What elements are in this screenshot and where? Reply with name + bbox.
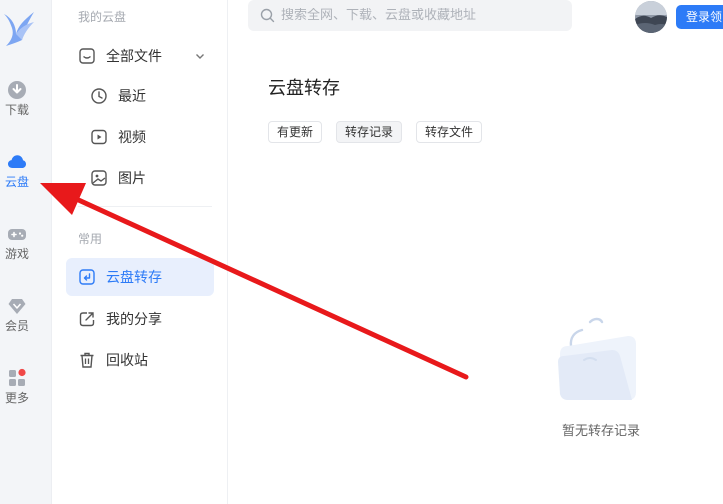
folder-box-icon <box>79 48 95 64</box>
main-panel: 登录领 云盘转存 有更新 转存记录 转存文件 暂无转存记录 <box>228 0 723 504</box>
nav-item-label: 最近 <box>118 89 146 105</box>
nav-item-images[interactable]: 图片 <box>66 159 214 197</box>
section-my-cloud: 我的云盘 <box>78 10 127 24</box>
section-common: 常用 <box>78 232 103 246</box>
nav-item-label: 图片 <box>118 171 146 187</box>
app-logo-icon <box>4 12 34 46</box>
rail-item-label: 游戏 <box>4 247 29 261</box>
nav-item-label: 我的分享 <box>106 312 162 328</box>
nav-item-cloud-transfer[interactable]: 云盘转存 <box>66 258 214 296</box>
nav-item-recycle-bin[interactable]: 回收站 <box>66 341 214 379</box>
nav-item-video[interactable]: 视频 <box>66 118 214 156</box>
search-bar[interactable] <box>248 0 572 31</box>
notification-dot <box>18 368 26 377</box>
gamepad-icon <box>8 229 26 240</box>
left-rail: 下载 云盘 游戏 会员 更多 <box>0 0 52 504</box>
avatar[interactable] <box>635 1 667 33</box>
tab-transfer-files[interactable]: 转存文件 <box>416 121 483 143</box>
page-title: 云盘转存 <box>268 78 340 99</box>
rail-item-label: 会员 <box>4 319 29 333</box>
image-icon <box>91 170 107 186</box>
trash-icon <box>80 352 94 368</box>
rail-item-more[interactable]: 更多 <box>0 368 34 405</box>
nav-divider <box>78 206 212 207</box>
nav-item-label: 云盘转存 <box>106 270 162 286</box>
search-input[interactable] <box>281 8 561 23</box>
rail-item-game[interactable]: 游戏 <box>0 224 34 261</box>
avatar-image <box>635 1 667 33</box>
rail-item-label: 更多 <box>4 391 29 405</box>
nav-item-label: 回收站 <box>106 353 148 369</box>
empty-state-text: 暂无转存记录 <box>562 424 641 439</box>
cloud-nav: 我的云盘 全部文件 最近 视频 图片 常用 云盘转存 我的分享 回收站 <box>52 0 228 504</box>
nav-item-label: 视频 <box>118 130 146 146</box>
diamond-icon <box>8 299 26 314</box>
transfer-icon <box>79 269 95 285</box>
search-icon <box>260 8 275 23</box>
empty-folder-illustration <box>558 317 636 400</box>
tab-updated[interactable]: 有更新 <box>268 121 323 143</box>
video-icon <box>91 129 107 145</box>
nav-item-my-share[interactable]: 我的分享 <box>66 300 214 338</box>
nav-item-all-files[interactable]: 全部文件 <box>66 37 214 75</box>
rail-item-label: 云盘 <box>4 175 29 189</box>
share-icon <box>79 312 95 327</box>
rail-item-label: 下载 <box>4 103 29 117</box>
clock-icon <box>91 88 107 104</box>
nav-item-recent[interactable]: 最近 <box>66 77 214 115</box>
rail-item-download[interactable]: 下载 <box>0 80 34 117</box>
nav-item-label: 全部文件 <box>106 49 162 65</box>
grid-icon <box>9 368 26 386</box>
filter-tabs: 有更新 转存记录 转存文件 <box>268 121 483 143</box>
rail-item-cloud[interactable]: 云盘 <box>0 152 34 189</box>
app-window: 下载 云盘 游戏 会员 更多 我的云盘 全部文件 最近 视频 图片 常用 云盘转… <box>0 0 723 504</box>
chevron-down-icon[interactable] <box>194 50 206 62</box>
tab-transfer-records[interactable]: 转存记录 <box>336 121 403 143</box>
rail-item-vip[interactable]: 会员 <box>0 296 34 333</box>
login-button[interactable]: 登录领 <box>676 5 723 29</box>
cloud-icon <box>8 155 26 168</box>
download-icon <box>8 81 26 99</box>
